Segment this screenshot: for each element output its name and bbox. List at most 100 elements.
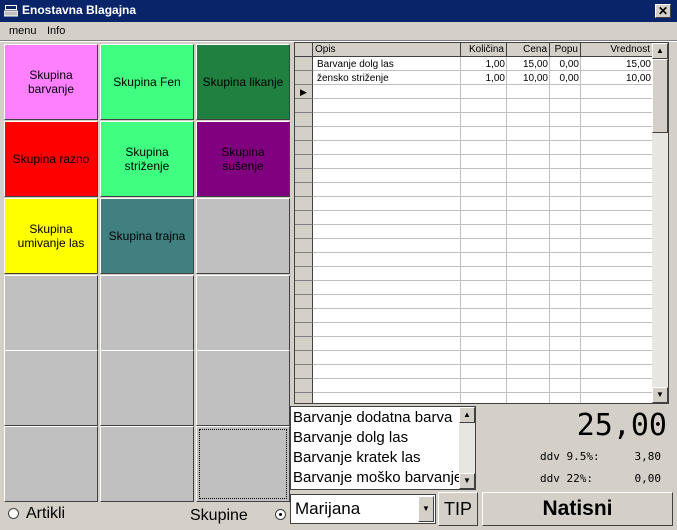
- row-selector[interactable]: [295, 155, 313, 169]
- list-item[interactable]: Barvanje kratek las: [293, 449, 421, 466]
- menu-bar: menu Info: [0, 22, 677, 40]
- table-cell-popust[interactable]: 0,00: [550, 72, 581, 85]
- column-header-kolicina[interactable]: Količina: [461, 43, 507, 57]
- empty-tile[interactable]: [196, 198, 290, 274]
- list-scroll-down-button[interactable]: ▼: [459, 473, 475, 489]
- empty-tile[interactable]: [196, 350, 290, 426]
- row-selector[interactable]: [295, 337, 313, 351]
- list-item[interactable]: Barvanje dodatna barva: [293, 409, 452, 426]
- table-cell-cena[interactable]: 10,00: [507, 72, 550, 85]
- group-button-umivanje[interactable]: Skupina umivanje las: [4, 198, 98, 274]
- tip-button[interactable]: TIP: [438, 492, 478, 526]
- scroll-down-button[interactable]: ▼: [652, 387, 668, 403]
- row-selector[interactable]: [295, 309, 313, 323]
- print-button[interactable]: Natisni: [482, 492, 673, 526]
- ddv-value: 3,80: [634, 450, 662, 463]
- row-selector[interactable]: [295, 295, 313, 309]
- menu-item-info[interactable]: Info: [47, 25, 65, 37]
- list-item[interactable]: Barvanje moško barvanje: [293, 469, 462, 486]
- row-selector[interactable]: [295, 197, 313, 211]
- column-header-popust[interactable]: Popu: [550, 43, 581, 57]
- row-divider: [313, 364, 655, 365]
- empty-tile[interactable]: [4, 350, 98, 426]
- row-selector[interactable]: [295, 225, 313, 239]
- group-button-trajna[interactable]: Skupina trajna: [100, 198, 194, 274]
- group-button-razno[interactable]: Skupina razno: [4, 121, 98, 197]
- row-selector[interactable]: [295, 71, 313, 85]
- row-divider: [313, 308, 655, 309]
- empty-tile[interactable]: [100, 350, 194, 426]
- empty-tile[interactable]: [196, 275, 290, 351]
- row-divider: [313, 238, 655, 239]
- row-selector[interactable]: [295, 239, 313, 253]
- row-divider: [313, 252, 655, 253]
- empty-tile[interactable]: [4, 426, 98, 502]
- row-selector[interactable]: [295, 211, 313, 225]
- table-cell-cena[interactable]: 15,00: [507, 58, 550, 71]
- empty-tile[interactable]: [4, 275, 98, 351]
- row-selector[interactable]: [295, 169, 313, 183]
- table-cell-kolicina[interactable]: 1,00: [461, 72, 507, 85]
- row-divider: [313, 378, 655, 379]
- empty-tile[interactable]: [100, 275, 194, 351]
- close-icon: ✕: [657, 4, 669, 18]
- group-button-strizenje[interactable]: Skupina striženje: [100, 121, 194, 197]
- group-button-fen[interactable]: Skupina Fen: [100, 44, 194, 120]
- table-cell-kolicina[interactable]: 1,00: [461, 58, 507, 71]
- table-cell-vrednost[interactable]: 15,00: [581, 58, 653, 71]
- row-selector[interactable]: [295, 113, 313, 127]
- total-amount: 25,00: [576, 408, 667, 443]
- staff-select-value: Marijana: [295, 499, 361, 518]
- row-selector[interactable]: [295, 379, 313, 393]
- group-button-grid: Skupina barvanje Skupina Fen Skupina lik…: [4, 44, 290, 502]
- column-divider: [580, 57, 581, 403]
- column-header-cena[interactable]: Cena: [507, 43, 550, 57]
- table-cell-opis[interactable]: žensko striženje: [315, 72, 461, 85]
- row-divider: [313, 140, 655, 141]
- row-selector[interactable]: [295, 351, 313, 365]
- group-button-susenje[interactable]: Skupina sušenje: [196, 121, 290, 197]
- row-selector[interactable]: [295, 127, 313, 141]
- row-divider: [313, 280, 655, 281]
- row-selector[interactable]: [295, 267, 313, 281]
- group-button-barvanje[interactable]: Skupina barvanje: [4, 44, 98, 120]
- scroll-up-button[interactable]: ▲: [652, 43, 668, 59]
- row-selector[interactable]: [295, 141, 313, 155]
- chevron-up-icon: ▲: [463, 410, 471, 419]
- empty-tile[interactable]: [100, 426, 194, 502]
- article-list[interactable]: Barvanje dodatna barva Barvanje dolg las…: [290, 406, 476, 490]
- row-selector[interactable]: [295, 183, 313, 197]
- receipt-table[interactable]: Opis Količina Cena Popu Vrednost Barvanj…: [294, 42, 669, 404]
- artikli-radio[interactable]: [8, 508, 19, 519]
- group-button-likanje[interactable]: Skupina likanje: [196, 44, 290, 120]
- row-selector[interactable]: [295, 57, 313, 71]
- row-selector[interactable]: [295, 99, 313, 113]
- row-selector[interactable]: [295, 323, 313, 337]
- row-divider: [313, 336, 655, 337]
- table-corner: [295, 43, 313, 57]
- row-selector[interactable]: [295, 281, 313, 295]
- row-selector[interactable]: [295, 393, 313, 403]
- row-divider: [313, 322, 655, 323]
- scroll-thumb[interactable]: [652, 59, 668, 133]
- table-cell-opis[interactable]: Barvanje dolg las: [315, 58, 461, 71]
- empty-tile-focused[interactable]: [196, 426, 290, 502]
- close-button[interactable]: ✕: [655, 4, 671, 18]
- dropdown-button[interactable]: ▼: [418, 496, 434, 522]
- column-header-vrednost[interactable]: Vrednost: [581, 43, 653, 57]
- list-item[interactable]: Barvanje dolg las: [293, 429, 408, 446]
- list-vertical-scrollbar[interactable]: ▲ ▼: [459, 407, 475, 489]
- menu-item-menu[interactable]: menu: [9, 25, 37, 37]
- table-cell-popust[interactable]: 0,00: [550, 58, 581, 71]
- row-divider: [313, 168, 655, 169]
- row-selector[interactable]: [295, 365, 313, 379]
- column-header-opis[interactable]: Opis: [313, 43, 461, 57]
- skupine-radio[interactable]: [275, 509, 286, 520]
- row-divider: [313, 154, 655, 155]
- staff-select[interactable]: Marijana ▼: [290, 494, 436, 524]
- table-vertical-scrollbar[interactable]: ▲ ▼: [652, 43, 668, 403]
- row-selector[interactable]: [295, 253, 313, 267]
- table-cell-vrednost[interactable]: 10,00: [581, 72, 653, 85]
- ddv-value: 0,00: [634, 472, 662, 485]
- list-scroll-up-button[interactable]: ▲: [459, 407, 475, 423]
